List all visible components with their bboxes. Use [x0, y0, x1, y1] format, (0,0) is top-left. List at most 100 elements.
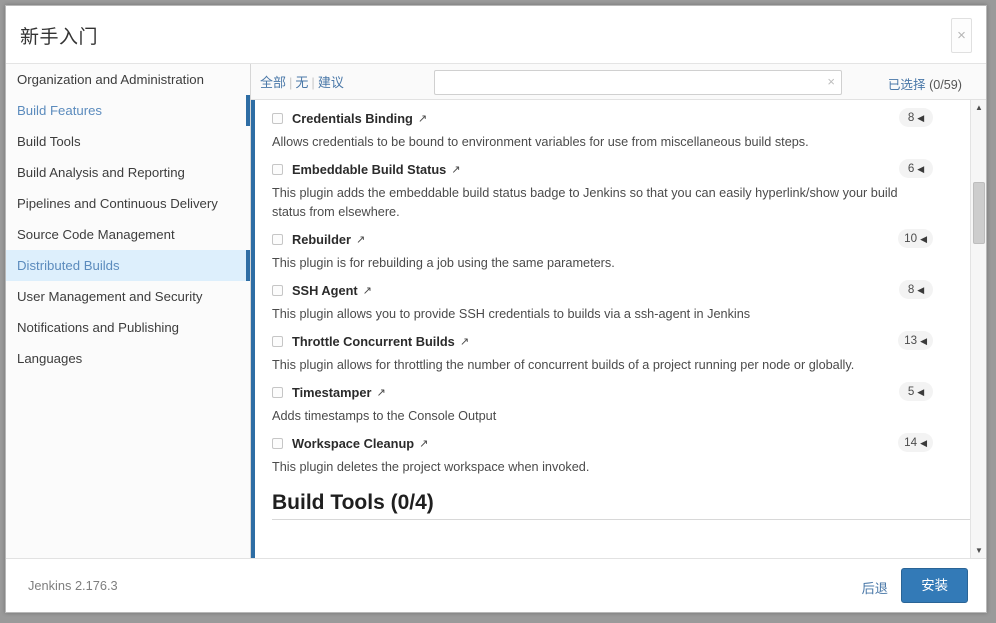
page-title: 新手入门 — [20, 27, 99, 48]
plugin-list-scrollarea: Credentials Binding ↗ 8 ◀ Allows credentials… — [251, 100, 970, 558]
setup-wizard-dialog: 新手入门 × Organization and Administration Bu… — [5, 5, 987, 613]
plugin-checkbox[interactable] — [272, 284, 283, 296]
chevron-left-icon: ◀ — [920, 438, 927, 448]
plugin-item: Workspace Cleanup ↗ 14 ◀ This plugin deletes… — [255, 433, 970, 477]
filter-all-link[interactable]: 全部 — [260, 75, 286, 90]
external-link-icon[interactable]: ↗ — [451, 163, 460, 176]
install-button[interactable]: 安装 — [901, 568, 968, 603]
external-link-icon[interactable]: ↗ — [419, 437, 428, 450]
plugin-panel: 全部 | 无 | 建议 × 已选择 (0/59) Credentials Binding… — [251, 64, 986, 558]
dialog-body: Organization and Administration Build Fea… — [6, 64, 986, 558]
plugin-checkbox[interactable] — [272, 437, 283, 449]
plugin-header: Rebuilder ↗ 10 ◀ — [272, 229, 970, 249]
plugin-name: Workspace Cleanup — [292, 435, 415, 451]
screen: 新手入门 × Organization and Administration Bu… — [0, 0, 996, 623]
chevron-left-icon: ◀ — [917, 113, 925, 123]
plugin-description: Allows credentials to be bound to enviro… — [272, 135, 809, 149]
sidebar-item-languages[interactable]: Languages — [6, 343, 250, 374]
plugin-description: Adds timestamps to the Console Output — [272, 409, 497, 423]
external-link-icon[interactable]: ↗ — [376, 386, 385, 399]
sidebar-item-build-analysis-and-reporting[interactable]: Build Analysis and Reporting — [6, 157, 250, 188]
dependency-count-value: 8 — [907, 111, 915, 124]
vertical-scrollbar[interactable]: ▲ ▼ — [970, 100, 986, 558]
sidebar-item-build-tools[interactable]: Build Tools — [6, 126, 250, 157]
dependency-count-value: 14 — [904, 436, 918, 449]
filter-none-link[interactable]: 无 — [295, 75, 308, 90]
filter-separator-2: | — [311, 75, 315, 90]
dependency-count-value: 6 — [907, 162, 915, 175]
scrollbar-thumb[interactable] — [973, 182, 985, 244]
scroll-down-icon[interactable]: ▼ — [971, 543, 987, 558]
plugin-checkbox[interactable] — [272, 112, 283, 124]
sidebar-item-build-features[interactable]: Build Features — [6, 95, 250, 126]
plugin-checkbox[interactable] — [272, 163, 283, 175]
plugin-description: This plugin is for rebuilding a job usin… — [272, 256, 615, 270]
selected-count: 已选择 (0/59) — [888, 74, 962, 93]
filter-links: 全部 | 无 | 建议 — [251, 72, 344, 91]
jenkins-version: Jenkins 2.176.3 — [28, 578, 118, 593]
category-sidebar[interactable]: Organization and Administration Build Fea… — [6, 64, 251, 558]
sidebar-item-label: Source Code Management — [17, 227, 175, 242]
plugin-description: This plugin allows you to provide SSH cr… — [272, 307, 751, 321]
plugin-description: This plugin adds the embeddable build st… — [272, 186, 898, 219]
plugin-name: Credentials Binding — [292, 110, 413, 126]
clear-search-icon[interactable]: × — [827, 74, 835, 89]
plugin-header: Embeddable Build Status ↗ 6 ◀ — [272, 159, 970, 179]
plugin-toolbar: 全部 | 无 | 建议 × 已选择 (0/59) — [251, 64, 986, 100]
plugin-item: Rebuilder ↗ 10 ◀ This plugin is for rebuildi… — [255, 229, 970, 273]
plugin-item: SSH Agent ↗ 8 ◀ This plugin allows you to pr… — [255, 280, 970, 324]
dependency-count-badge[interactable]: 6 ◀ — [899, 159, 933, 178]
sidebar-item-label: Notifications and Publishing — [17, 320, 180, 335]
external-link-icon[interactable]: ↗ — [363, 284, 372, 297]
sidebar-item-organization-and-administration[interactable]: Organization and Administration — [6, 64, 250, 95]
sidebar-item-label: Build Features — [17, 103, 103, 118]
dependency-count-badge[interactable]: 8 ◀ — [899, 280, 933, 299]
plugin-item: Timestamper ↗ 5 ◀ Adds timestamps to the Con… — [255, 382, 970, 426]
sidebar-item-label: Pipelines and Continuous Delivery — [17, 196, 218, 211]
sidebar-item-notifications-and-publishing[interactable]: Notifications and Publishing — [6, 312, 250, 343]
chevron-left-icon: ◀ — [920, 234, 927, 244]
plugin-item: Embeddable Build Status ↗ 6 ◀ This plugin ad… — [255, 159, 970, 222]
dependency-count-value: 13 — [904, 334, 918, 347]
filter-separator-1: | — [289, 75, 293, 90]
plugin-name: Timestamper — [292, 384, 372, 400]
filter-suggested-link[interactable]: 建议 — [318, 75, 344, 90]
external-link-icon[interactable]: ↗ — [460, 335, 469, 348]
plugin-checkbox[interactable] — [272, 386, 283, 398]
dependency-count-badge[interactable]: 5 ◀ — [899, 382, 933, 401]
sidebar-item-pipelines-and-continuous-delivery[interactable]: Pipelines and Continuous Delivery — [6, 188, 250, 219]
sidebar-item-label: Organization and Administration — [17, 72, 204, 87]
dependency-count-badge[interactable]: 13 ◀ — [898, 331, 933, 350]
back-button[interactable]: 后退 — [862, 578, 888, 597]
dependency-count-badge[interactable]: 8 ◀ — [899, 108, 933, 127]
plugin-checkbox[interactable] — [272, 233, 283, 245]
sidebar-item-label: Languages — [17, 351, 83, 366]
plugin-header: Credentials Binding ↗ 8 ◀ — [272, 108, 970, 128]
scroll-up-icon[interactable]: ▲ — [971, 100, 987, 115]
section-heading: Build Tools (0/4) — [272, 491, 434, 514]
dependency-count-badge[interactable]: 10 ◀ — [898, 229, 933, 248]
dependency-count-value: 5 — [907, 385, 915, 398]
plugin-checkbox[interactable] — [272, 335, 283, 347]
dialog-footer: Jenkins 2.176.3 后退 安装 — [6, 558, 986, 612]
selected-count-label[interactable]: 已选择 — [888, 78, 926, 92]
sidebar-item-user-management-and-security[interactable]: User Management and Security — [6, 281, 250, 312]
sidebar-item-label: Distributed Builds — [17, 258, 120, 273]
plugin-description: This plugin deletes the project workspac… — [272, 460, 590, 474]
sidebar-item-source-code-management[interactable]: Source Code Management — [6, 219, 250, 250]
search-input[interactable] — [434, 70, 842, 95]
external-link-icon[interactable]: ↗ — [356, 233, 365, 246]
plugin-list-outer: Credentials Binding ↗ 8 ◀ Allows credentials… — [251, 100, 986, 558]
external-link-icon[interactable]: ↗ — [418, 112, 427, 125]
sidebar-item-label: Build Analysis and Reporting — [17, 165, 185, 180]
plugin-description: This plugin allows for throttling the nu… — [272, 358, 855, 372]
search-container: × — [434, 70, 842, 95]
dependency-count-badge[interactable]: 14 ◀ — [898, 433, 933, 452]
sidebar-item-distributed-builds[interactable]: Distributed Builds — [6, 250, 250, 281]
plugin-name: Rebuilder — [292, 231, 352, 247]
close-icon[interactable]: × — [951, 18, 972, 53]
chevron-left-icon: ◀ — [920, 336, 927, 346]
plugin-header: Throttle Concurrent Builds ↗ 13 ◀ — [272, 331, 970, 351]
plugin-name: SSH Agent — [292, 282, 358, 298]
plugin-header: Workspace Cleanup ↗ 14 ◀ — [272, 433, 970, 453]
